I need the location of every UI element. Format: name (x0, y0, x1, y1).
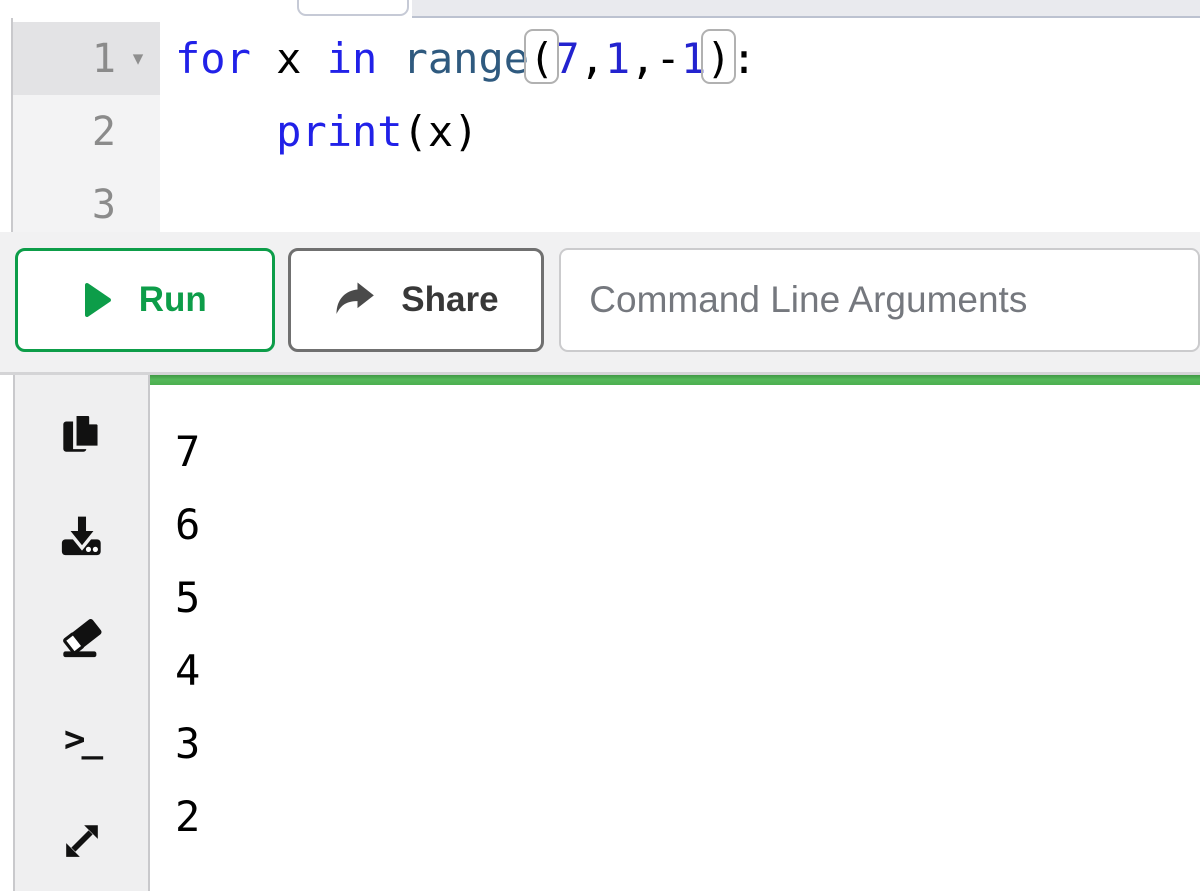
code-token: range (402, 34, 530, 83)
share-button-label: Share (401, 280, 499, 319)
console-output-line: 3 (175, 719, 201, 768)
console-lines: 7 6 5 4 3 2 (150, 385, 1200, 853)
gutter-row[interactable]: 3 (13, 168, 160, 232)
console-output-line: 2 (175, 792, 201, 841)
code-token: ) (701, 22, 737, 95)
progress-bar (150, 375, 1200, 385)
code-token: - (655, 34, 681, 83)
header-strip (0, 0, 1200, 18)
code-token: ( (402, 107, 428, 156)
eraser-icon[interactable] (55, 611, 109, 663)
fold-arrow-icon[interactable]: ▾ (116, 46, 160, 71)
code-token: for (175, 34, 251, 83)
copy-icon[interactable] (55, 407, 109, 459)
terminal-icon[interactable]: >_ (55, 713, 109, 765)
code-token: ) (453, 107, 479, 156)
gutter-row[interactable]: 1 ▾ (13, 22, 160, 95)
code-token: x (427, 107, 454, 156)
code-token: ( (523, 22, 560, 95)
line-number: 3 (91, 181, 116, 228)
share-button[interactable]: Share (287, 248, 545, 352)
code-token: 1 (604, 34, 631, 83)
editor-gutter: 1 ▾ 2 3 (13, 22, 160, 232)
console-output-line: 6 (175, 500, 201, 549)
gutter-row[interactable]: 2 (13, 95, 160, 168)
editor-code-area[interactable]: for x in range(7,1,-1): print(x) (160, 22, 1200, 232)
command-line-arguments-input[interactable] (559, 248, 1200, 352)
download-icon[interactable] (55, 509, 109, 561)
code-token: , (579, 34, 605, 83)
toolbar: Run Share (0, 232, 1200, 375)
line-number: 1 (91, 35, 116, 82)
code-line[interactable]: for x in range(7,1,-1): (175, 22, 1200, 95)
code-editor[interactable]: 1 ▾ 2 3 for x in range(7,1,-1): print(x) (11, 18, 1200, 232)
header-strip-track (412, 0, 1200, 18)
expand-icon[interactable] (55, 815, 109, 867)
output-console[interactable]: 7 6 5 4 3 2 (150, 375, 1200, 891)
online-ide-page: 1 ▾ 2 3 for x in range(7,1,-1): print(x) Ru… (0, 0, 1200, 891)
line-number: 2 (91, 108, 116, 155)
code-token: in (326, 34, 378, 83)
code-token: , (630, 34, 656, 83)
share-icon (333, 280, 375, 320)
console-output-line: 4 (175, 646, 201, 695)
left-gap (0, 375, 13, 891)
output-sidebar: >_ (13, 375, 150, 891)
run-button-label: Run (138, 280, 207, 319)
output-section: >_ 7 6 5 4 3 2 (0, 375, 1200, 891)
console-output-line: 7 (175, 427, 201, 476)
top-scrollbar-thumb[interactable] (297, 0, 409, 16)
console-output-line: 5 (175, 573, 201, 622)
run-button[interactable]: Run (15, 248, 275, 352)
code-line[interactable] (175, 168, 1200, 232)
code-line[interactable]: print(x) (175, 95, 1200, 168)
play-icon (83, 282, 113, 318)
code-token: x (250, 34, 327, 83)
code-token: print (276, 107, 403, 156)
